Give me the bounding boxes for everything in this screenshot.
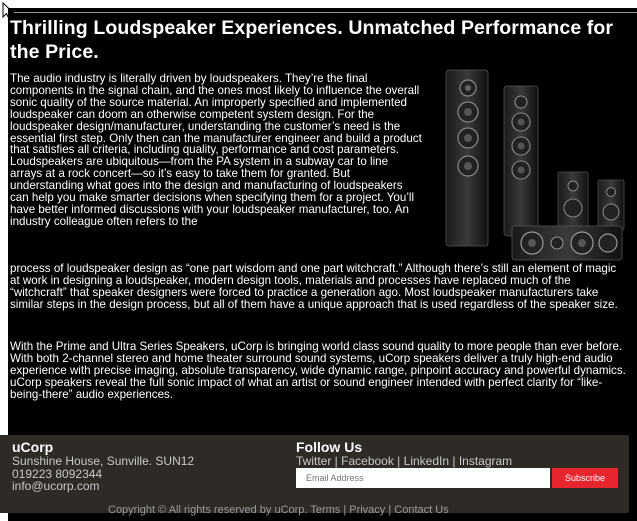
- footer-email-link[interactable]: info@ucorp.com: [12, 480, 194, 493]
- newsletter-email-input[interactable]: [296, 468, 550, 488]
- linkedin-link[interactable]: LinkedIn: [404, 454, 449, 468]
- subscribe-button[interactable]: Subscribe: [552, 468, 618, 488]
- twitter-link[interactable]: Twitter: [296, 454, 331, 468]
- instagram-link[interactable]: Instagram: [459, 454, 512, 468]
- page-heading: Thrilling Loudspeaker Experiences. Unmat…: [10, 17, 614, 63]
- intro-paragraph: The audio industry is literally driven b…: [10, 72, 422, 228]
- footer-brand: uCorp: [12, 439, 54, 455]
- second-paragraph: With the Prime and Ultra Series Speakers…: [10, 340, 626, 401]
- follow-us-title: Follow Us: [296, 439, 363, 455]
- frame-top-border: [14, 12, 637, 13]
- intro-paragraph-continued: process of loudspeaker design as “one pa…: [10, 262, 618, 311]
- footer-contact: Sunshine House, Sunville. SUN12 019223 8…: [12, 455, 194, 493]
- facebook-link[interactable]: Facebook: [341, 454, 394, 468]
- social-links: Twitter | Facebook | LinkedIn | Instagra…: [296, 454, 513, 468]
- copyright-text: Copyright © All rights reserved by uCorp…: [108, 504, 449, 516]
- footer-address: Sunshine House, Sunville. SUN12: [12, 454, 195, 468]
- speakers-product-image: [445, 69, 625, 261]
